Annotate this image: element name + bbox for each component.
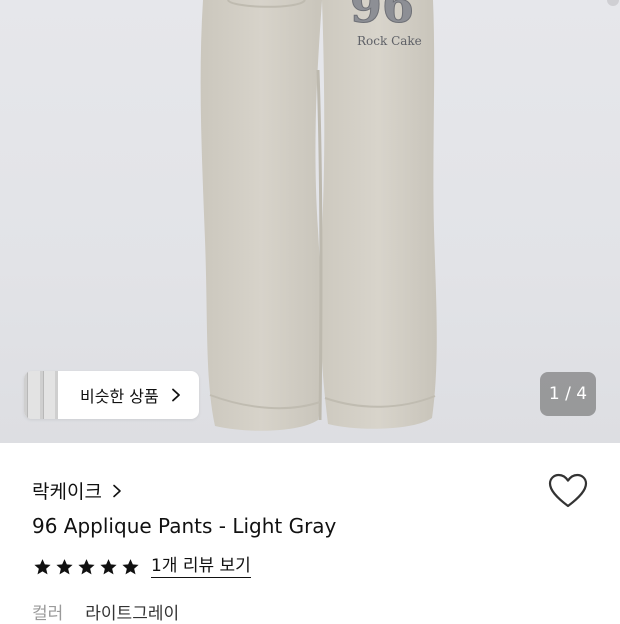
similar-products-label: 비슷한 상품	[80, 387, 159, 406]
product-image-carousel[interactable]: 96 Rock Cake 비슷한 상품 1 / 4	[0, 0, 620, 443]
rating-row: 1개 리뷰 보기	[32, 555, 251, 578]
chevron-right-icon	[171, 388, 180, 402]
review-link[interactable]: 1개 리뷰 보기	[151, 555, 251, 578]
similar-products-thumbnail	[24, 371, 58, 419]
product-title: 96 Applique Pants - Light Gray	[32, 514, 337, 538]
brand-name: 락케이크	[32, 481, 102, 503]
rating-stars	[32, 557, 141, 577]
star-icon	[100, 558, 117, 574]
pants-applique-text: Rock Cake	[357, 34, 422, 48]
star-icon	[34, 558, 51, 574]
similar-products-button[interactable]: 비슷한 상품	[24, 371, 199, 419]
image-page-counter: 1 / 4	[540, 372, 596, 416]
star-icon	[78, 558, 95, 574]
product-info: 락케이크 96 Applique Pants - Light Gray 1개 리…	[0, 443, 620, 624]
chevron-right-icon	[113, 484, 121, 497]
heart-icon[interactable]	[548, 473, 588, 509]
color-option-row: 컬러 라이트그레이	[32, 599, 179, 624]
pants-applique-number: 96	[350, 0, 414, 33]
option-label: 컬러	[32, 604, 64, 624]
star-icon	[56, 558, 73, 574]
option-value: 라이트그레이	[85, 604, 180, 624]
star-icon	[122, 558, 139, 574]
brand-link[interactable]: 락케이크	[32, 477, 122, 504]
